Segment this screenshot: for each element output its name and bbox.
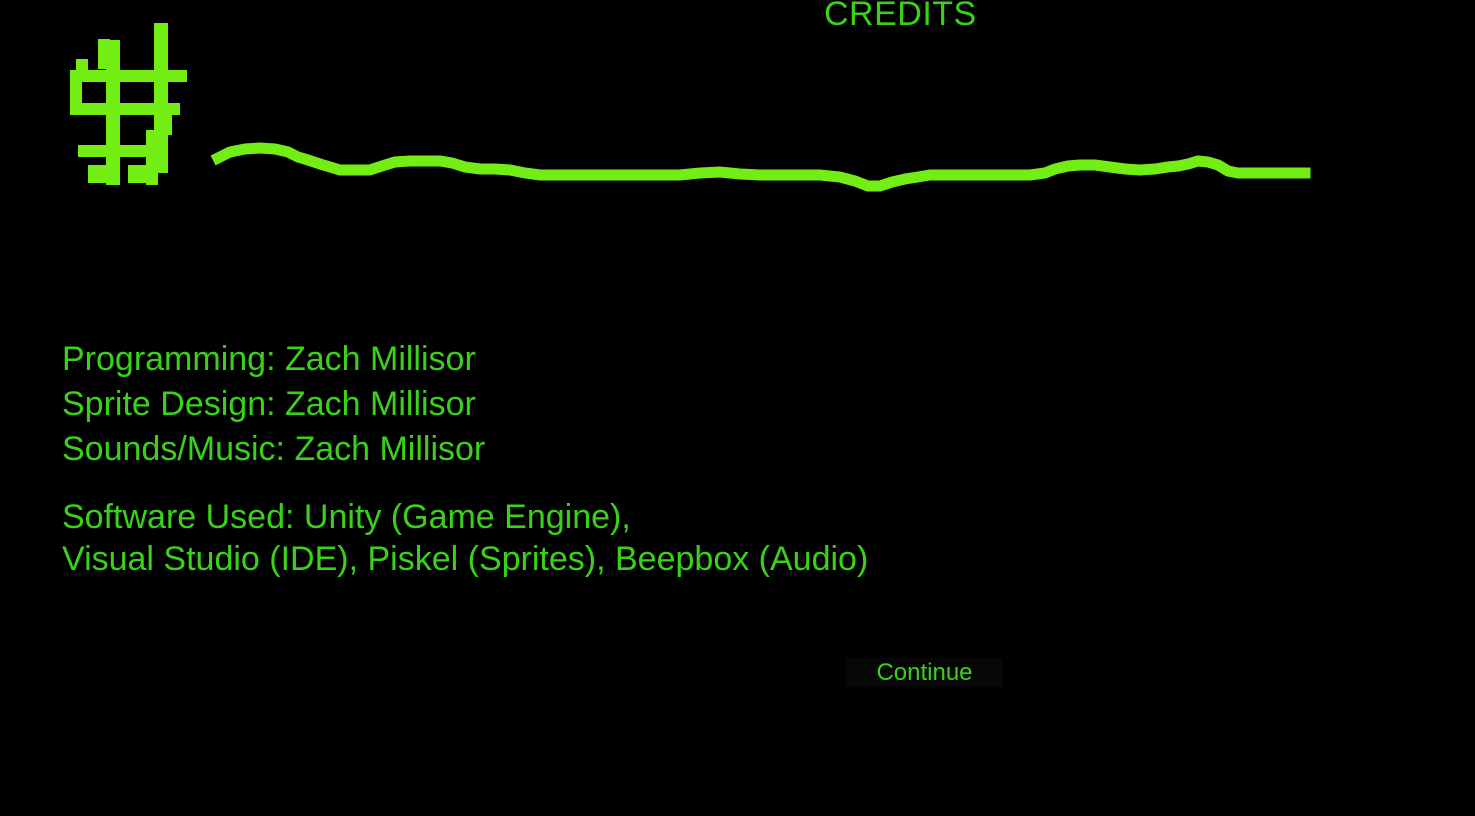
- credits-list: Programming: Zach Millisor Sprite Design…: [62, 337, 485, 472]
- credit-sounds-music: Sounds/Music: Zach Millisor: [62, 430, 486, 468]
- continue-button[interactable]: Continue: [846, 658, 1003, 687]
- credit-sprite-design: Sprite Design: Zach Millisor: [62, 385, 476, 423]
- credit-programming: Programming: Zach Millisor: [62, 340, 476, 378]
- credits-screen: CREDITS Programming: Zach Millisor Sprit…: [0, 0, 1475, 816]
- heartbeat-line-icon: [210, 142, 1311, 192]
- hash-icon: [70, 23, 187, 185]
- software-line-1: Software Used: Unity (Game Engine),: [62, 498, 631, 536]
- software-line-2: Visual Studio (IDE), Piskel (Sprites), B…: [62, 540, 869, 578]
- hash-heartbeat-logo-icon: [70, 23, 1311, 192]
- software-credits: Software Used: Unity (Game Engine), Visu…: [62, 496, 868, 580]
